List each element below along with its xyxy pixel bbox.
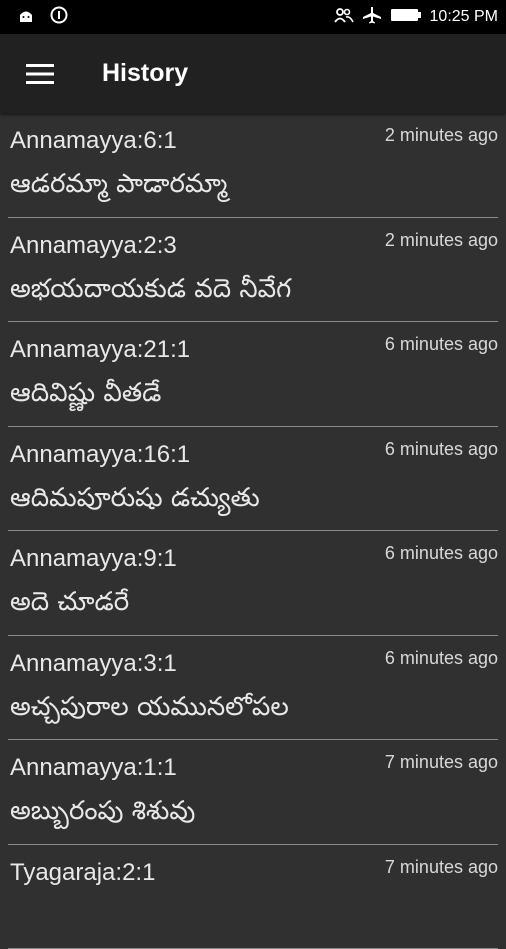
app-bar: History [0, 34, 506, 113]
history-item-title: Annamayya:6:1 [10, 127, 177, 155]
history-item[interactable]: Annamayya:1:1 7 minutes ago అబ్బురంపు శి… [8, 740, 498, 845]
android-debug-icon [18, 8, 34, 27]
history-item-time: 7 minutes ago [385, 857, 498, 878]
history-item[interactable]: Annamayya:6:1 2 minutes ago ఆడరమ్మా పాడా… [8, 113, 498, 218]
people-icon [334, 7, 354, 27]
history-item-title: Tyagaraja:2:1 [10, 859, 155, 887]
history-item-time: 6 minutes ago [385, 648, 498, 669]
status-bar: 10:25 PM [0, 0, 506, 34]
history-item-title: Annamayya:2:3 [10, 232, 177, 260]
history-item-time: 6 minutes ago [385, 439, 498, 460]
history-item-subtitle: అచ్చపురాల యమునలోపల [10, 692, 289, 728]
history-item-title: Annamayya:21:1 [10, 336, 190, 364]
history-item-subtitle: అభయదాయకుడ వదె నీవేగ [10, 274, 291, 310]
history-item-time: 7 minutes ago [385, 752, 498, 773]
status-time: 10:25 PM [430, 8, 498, 26]
history-item-title: Annamayya:9:1 [10, 545, 177, 573]
history-item[interactable]: Annamayya:3:1 6 minutes ago అచ్చపురాల యమ… [8, 636, 498, 741]
history-item[interactable]: Tyagaraja:2:1 7 minutes ago [8, 845, 498, 949]
history-list: Annamayya:6:1 2 minutes ago ఆడరమ్మా పాడా… [0, 113, 506, 949]
airplane-icon [362, 6, 382, 28]
history-item-subtitle: ఆదిమపూరుషు డచ్యుతు [10, 483, 260, 519]
history-item-time: 6 minutes ago [385, 543, 498, 564]
status-left [18, 6, 84, 28]
status-right: 10:25 PM [326, 6, 498, 28]
history-item-time: 6 minutes ago [385, 334, 498, 355]
history-item-title: Annamayya:16:1 [10, 441, 190, 469]
history-item-subtitle: అదె చూడరే [10, 587, 129, 623]
hamburger-menu-icon[interactable] [26, 60, 54, 88]
history-item-subtitle: ఆదివిష్ణు వీతడే [10, 378, 161, 414]
history-item[interactable]: Annamayya:2:3 2 minutes ago అభయదాయకుడ వద… [8, 218, 498, 323]
history-item-subtitle: అబ్బురంపు శిశువు [10, 796, 195, 832]
history-item-time: 2 minutes ago [385, 230, 498, 251]
history-item-title: Annamayya:3:1 [10, 650, 177, 678]
history-item[interactable]: Annamayya:16:1 6 minutes ago ఆదిమపూరుషు … [8, 427, 498, 532]
history-item[interactable]: Annamayya:21:1 6 minutes ago ఆదివిష్ణు వ… [8, 322, 498, 427]
page-title: History [102, 59, 188, 88]
history-item-subtitle: ఆడరమ్మా పాడారమ్మా [10, 169, 227, 205]
info-circle-icon [50, 6, 68, 28]
history-item-time: 2 minutes ago [385, 125, 498, 146]
history-item-title: Annamayya:1:1 [10, 754, 177, 782]
history-item[interactable]: Annamayya:9:1 6 minutes ago అదె చూడరే [8, 531, 498, 636]
battery-icon [390, 7, 422, 27]
